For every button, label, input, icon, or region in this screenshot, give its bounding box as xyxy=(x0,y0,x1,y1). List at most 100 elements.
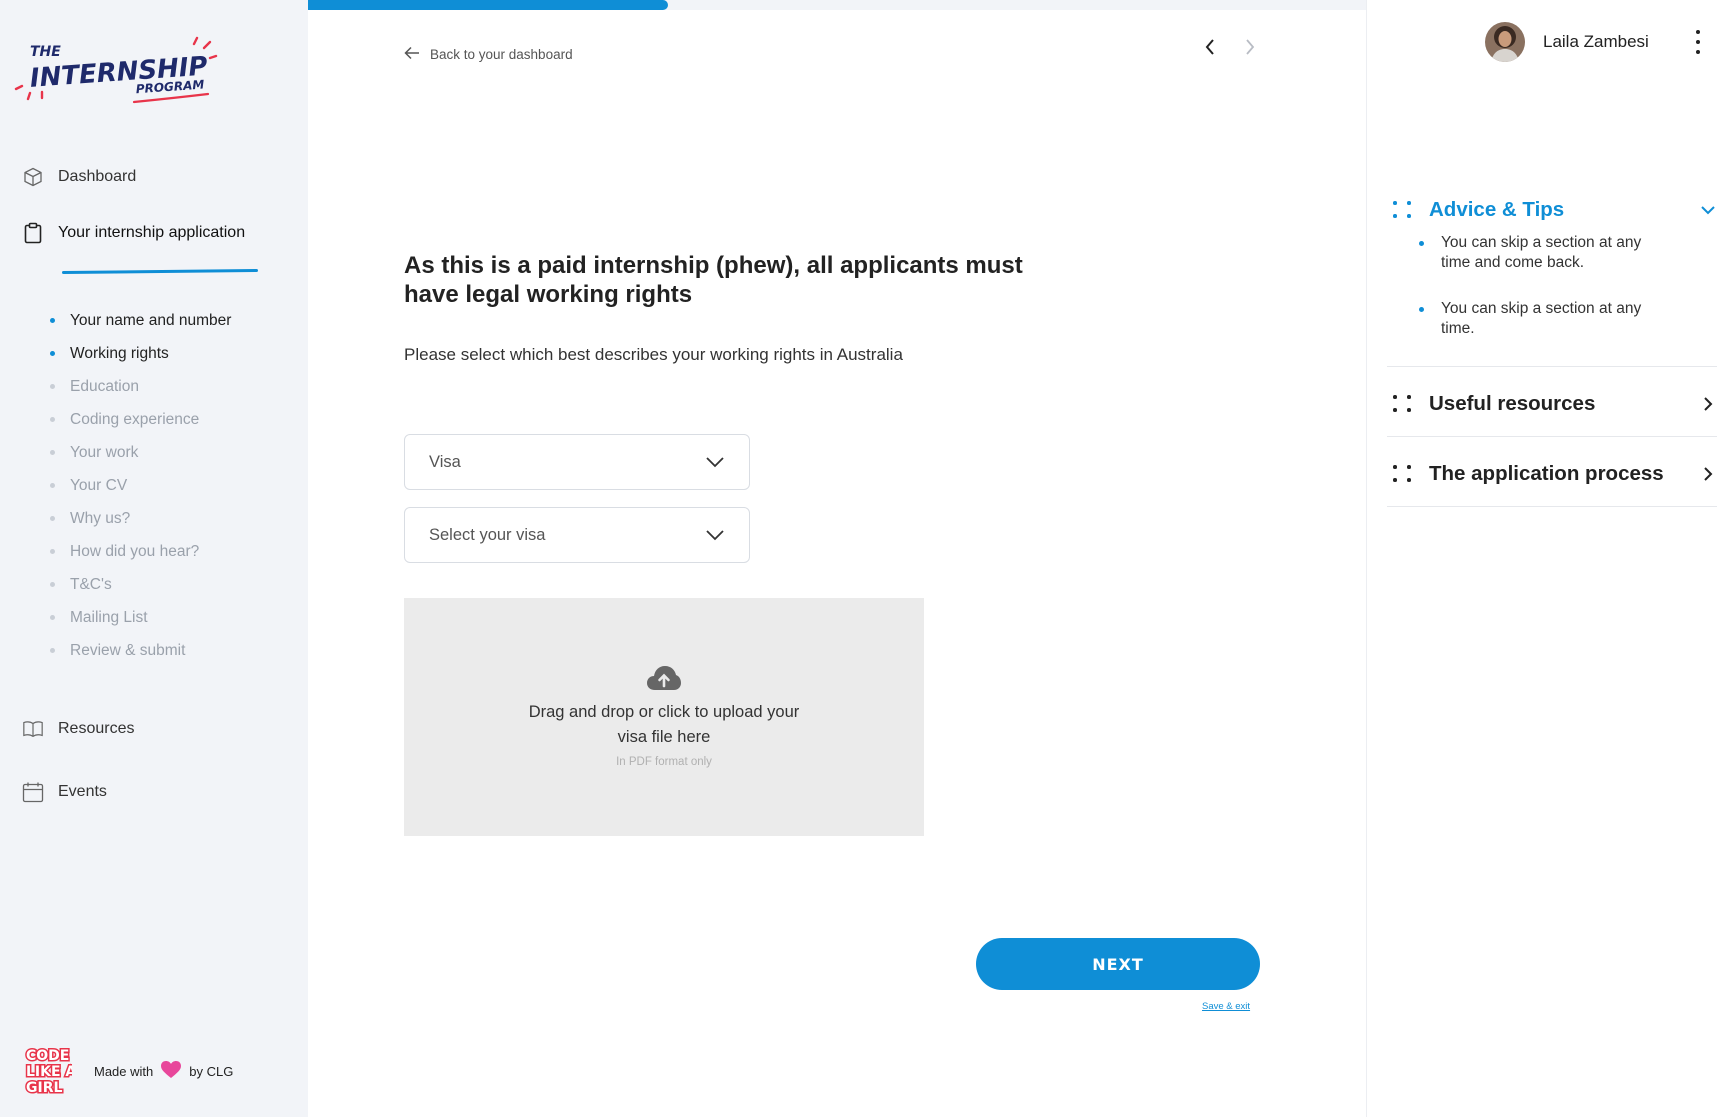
step-label: Mailing List xyxy=(70,608,148,626)
nav-events[interactable]: Events xyxy=(22,781,107,803)
step-coding-experience[interactable]: Coding experience xyxy=(50,403,231,436)
chevron-down-icon xyxy=(706,530,724,541)
application-steps-list: Your name and number Working rights Educ… xyxy=(50,304,231,667)
step-dot xyxy=(50,450,55,455)
drag-handle-icon[interactable] xyxy=(1393,395,1415,413)
step-label: Your name and number xyxy=(70,311,232,329)
page-subheading: Please select which best describes your … xyxy=(404,345,903,364)
user-profile[interactable]: Laila Zambesi xyxy=(1485,22,1649,62)
nav-resources-label: Resources xyxy=(58,720,135,737)
step-dot xyxy=(50,648,55,653)
made-with-text: Made with xyxy=(94,1063,154,1079)
cube-icon xyxy=(22,166,44,188)
clipboard-icon xyxy=(22,222,44,244)
footer-credit: CODE LIKE A GIRL Made with by CLG xyxy=(24,1046,234,1097)
progress-bar xyxy=(308,0,1366,10)
previous-section-button[interactable] xyxy=(1200,36,1220,58)
accordion-application-process[interactable]: The application process xyxy=(1393,462,1717,486)
book-icon xyxy=(22,718,44,740)
next-button[interactable]: NEXT xyxy=(976,938,1260,990)
accordion-title: Advice & Tips xyxy=(1429,198,1565,221)
accordion-advice-tips[interactable]: Advice & Tips xyxy=(1393,198,1717,222)
chevron-down-icon xyxy=(706,457,724,468)
back-to-dashboard-link[interactable]: Back to your dashboard xyxy=(404,46,573,63)
tip-item: You can skip a section at any time and c… xyxy=(1417,233,1667,273)
step-label: Review & submit xyxy=(70,641,186,659)
progress-bar-fill xyxy=(308,0,668,10)
accordion-title: Useful resources xyxy=(1429,392,1596,415)
chevron-right-icon xyxy=(1699,465,1717,483)
advice-tips-list: You can skip a section at any time and c… xyxy=(1417,233,1667,365)
back-to-dashboard-label: Back to your dashboard xyxy=(430,47,573,62)
arrow-left-icon xyxy=(404,46,420,63)
step-tcs[interactable]: T&C's xyxy=(50,568,231,601)
step-dot xyxy=(50,318,55,323)
working-rights-type-value: Visa xyxy=(429,452,461,471)
step-label: T&C's xyxy=(70,575,112,593)
step-label: Your CV xyxy=(70,476,128,494)
accordion-useful-resources[interactable]: Useful resources xyxy=(1393,392,1717,416)
visa-select[interactable]: Select your visa xyxy=(404,507,750,563)
visa-file-upload-dropzone[interactable]: Drag and drop or click to upload your vi… xyxy=(404,598,924,836)
step-your-work[interactable]: Your work xyxy=(50,436,231,469)
sidebar: THE INTERNSHIP PROGRAM Dashboard Your in… xyxy=(0,0,308,1117)
drag-handle-icon[interactable] xyxy=(1393,201,1415,219)
chevron-left-icon xyxy=(1205,39,1214,55)
accordion-title: The application process xyxy=(1429,462,1664,485)
step-label: Working rights xyxy=(70,344,169,362)
chevron-right-icon xyxy=(1246,39,1255,55)
step-label: Why us? xyxy=(70,509,131,527)
divider xyxy=(1387,366,1717,367)
tip-item: You can skip a section at any time. xyxy=(1417,299,1667,339)
step-review-submit[interactable]: Review & submit xyxy=(50,634,231,667)
page-heading: As this is a paid internship (phew), all… xyxy=(404,252,1023,308)
section-pager xyxy=(1200,36,1260,58)
step-how-did-you-hear[interactable]: How did you hear? xyxy=(50,535,231,568)
avatar xyxy=(1485,22,1525,62)
working-rights-type-select[interactable]: Visa xyxy=(404,434,750,490)
step-dot xyxy=(50,549,55,554)
cloud-upload-icon xyxy=(647,666,681,690)
step-dot xyxy=(50,516,55,521)
svg-text:LIKE A: LIKE A xyxy=(26,1064,72,1080)
by-clg-text: by CLG xyxy=(189,1063,234,1079)
code-like-a-girl-logo: CODE LIKE A GIRL xyxy=(25,1047,73,1097)
step-dot xyxy=(50,582,55,587)
svg-text:GIRL: GIRL xyxy=(26,1080,62,1096)
main-content: Back to your dashboard As this is a paid… xyxy=(308,0,1366,1117)
nav-dashboard-label: Dashboard xyxy=(58,168,137,185)
internship-program-logo[interactable]: THE INTERNSHIP PROGRAM xyxy=(14,36,244,116)
step-dot xyxy=(50,417,55,422)
step-your-cv[interactable]: Your CV xyxy=(50,469,231,502)
drag-handle-icon[interactable] xyxy=(1393,465,1415,483)
step-dot xyxy=(50,615,55,620)
visa-select-placeholder: Select your visa xyxy=(429,525,546,544)
nav-events-label: Events xyxy=(58,783,107,800)
divider xyxy=(1387,436,1717,437)
step-dot xyxy=(50,351,55,356)
chevron-right-icon xyxy=(1699,395,1717,413)
upload-instructions: Drag and drop or click to upload your vi… xyxy=(528,703,800,746)
right-panel: Laila Zambesi Advice & Tips You can skip… xyxy=(1366,0,1728,1117)
step-why-us[interactable]: Why us? xyxy=(50,502,231,535)
step-mailing-list[interactable]: Mailing List xyxy=(50,601,231,634)
step-education[interactable]: Education xyxy=(50,370,231,403)
divider xyxy=(1387,506,1717,507)
nav-dashboard[interactable]: Dashboard xyxy=(22,166,136,188)
nav-resources[interactable]: Resources xyxy=(22,718,134,740)
more-options-icon[interactable] xyxy=(1693,30,1703,54)
save-and-exit-link[interactable]: Save & exit xyxy=(1202,1001,1250,1012)
active-nav-underline xyxy=(61,268,259,275)
step-label: Education xyxy=(70,377,139,395)
nav-internship-application[interactable]: Your internship application xyxy=(22,222,245,244)
step-dot xyxy=(50,483,55,488)
chevron-down-icon xyxy=(1699,201,1717,219)
step-working-rights[interactable]: Working rights xyxy=(50,337,231,370)
user-name: Laila Zambesi xyxy=(1543,32,1649,51)
step-dot xyxy=(50,384,55,389)
svg-text:CODE: CODE xyxy=(26,1048,69,1064)
nav-internship-application-label: Your internship application xyxy=(58,224,246,241)
next-section-button[interactable] xyxy=(1240,36,1260,58)
logo-line-1: THE xyxy=(30,44,61,60)
step-name-and-number[interactable]: Your name and number xyxy=(50,304,231,337)
